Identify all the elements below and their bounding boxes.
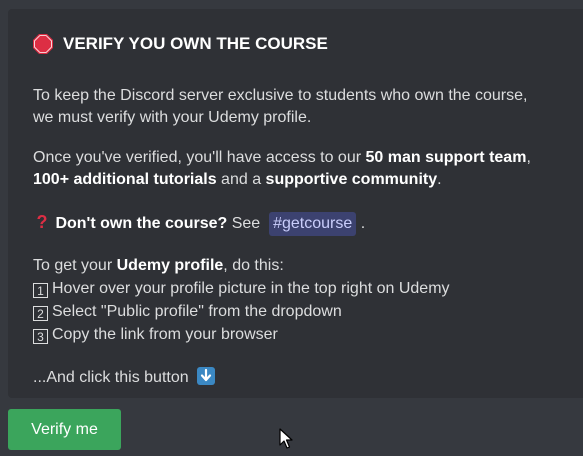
verify-me-button[interactable]: Verify me	[8, 409, 121, 450]
step-item: 2 Select "Public profile" from the dropdo…	[33, 301, 450, 323]
access-prefix: Once you've verified, you'll have access…	[33, 149, 366, 166]
profile-suffix: , do this:	[223, 257, 284, 274]
access-line-2: 100+ additional tutorials and a supporti…	[33, 169, 531, 191]
click-line: ...And click this button	[33, 367, 216, 389]
profile-heading: To get your Udemy profile, do this:	[33, 255, 450, 277]
udemy-profile-text: Udemy profile	[116, 257, 224, 274]
step-item: 1 Hover over your profile picture in the …	[33, 278, 450, 300]
step-text: Select "Public profile" from the dropdow…	[52, 303, 342, 320]
intro-line-2: we must verify with your Udemy profile.	[33, 109, 312, 126]
dont-own-line: ? Don't own the course? See #getcourse .	[33, 211, 365, 236]
access-line-1: Once you've verified, you'll have access…	[33, 147, 531, 169]
profile-instructions: To get your Udemy profile, do this: 1 Hov…	[33, 255, 450, 346]
intro-line-1: To keep the Discord server exclusive to …	[33, 87, 528, 104]
arrow-down-icon	[197, 367, 216, 385]
support-team-text: 50 man support team	[365, 149, 527, 166]
click-text: ...And click this button	[33, 369, 189, 386]
question-mark-icon: ?	[36, 212, 48, 232]
step-text: Hover over your profile picture in the t…	[52, 280, 450, 297]
dont-own-bold: Don't own the course?	[55, 215, 228, 232]
step-text: Copy the link from your browser	[52, 326, 278, 343]
getcourse-channel-link[interactable]: #getcourse	[269, 212, 357, 236]
keycap-1-icon: 1	[33, 283, 48, 298]
access-period: .	[437, 171, 442, 188]
access-comma: ,	[526, 149, 531, 166]
access-and: and a	[216, 171, 266, 188]
stop-sign-icon	[33, 34, 53, 54]
access-text: Once you've verified, you'll have access…	[33, 147, 531, 191]
mouse-cursor-icon	[279, 428, 293, 449]
embed-title-row: VERIFY YOU OWN THE COURSE	[33, 33, 328, 55]
embed-title: VERIFY YOU OWN THE COURSE	[63, 34, 328, 53]
dont-own-period: .	[356, 215, 366, 232]
keycap-3-icon: 3	[33, 329, 48, 344]
step-item: 3 Copy the link from your browser	[33, 324, 450, 346]
dont-own-see: See	[227, 215, 265, 232]
tutorials-text: 100+ additional tutorials	[33, 171, 217, 188]
community-text: supportive community	[265, 171, 438, 188]
profile-prefix: To get your	[33, 257, 117, 274]
verification-embed: VERIFY YOU OWN THE COURSE To keep the Di…	[8, 9, 583, 398]
intro-text: To keep the Discord server exclusive to …	[33, 85, 527, 129]
keycap-2-icon: 2	[33, 306, 48, 321]
